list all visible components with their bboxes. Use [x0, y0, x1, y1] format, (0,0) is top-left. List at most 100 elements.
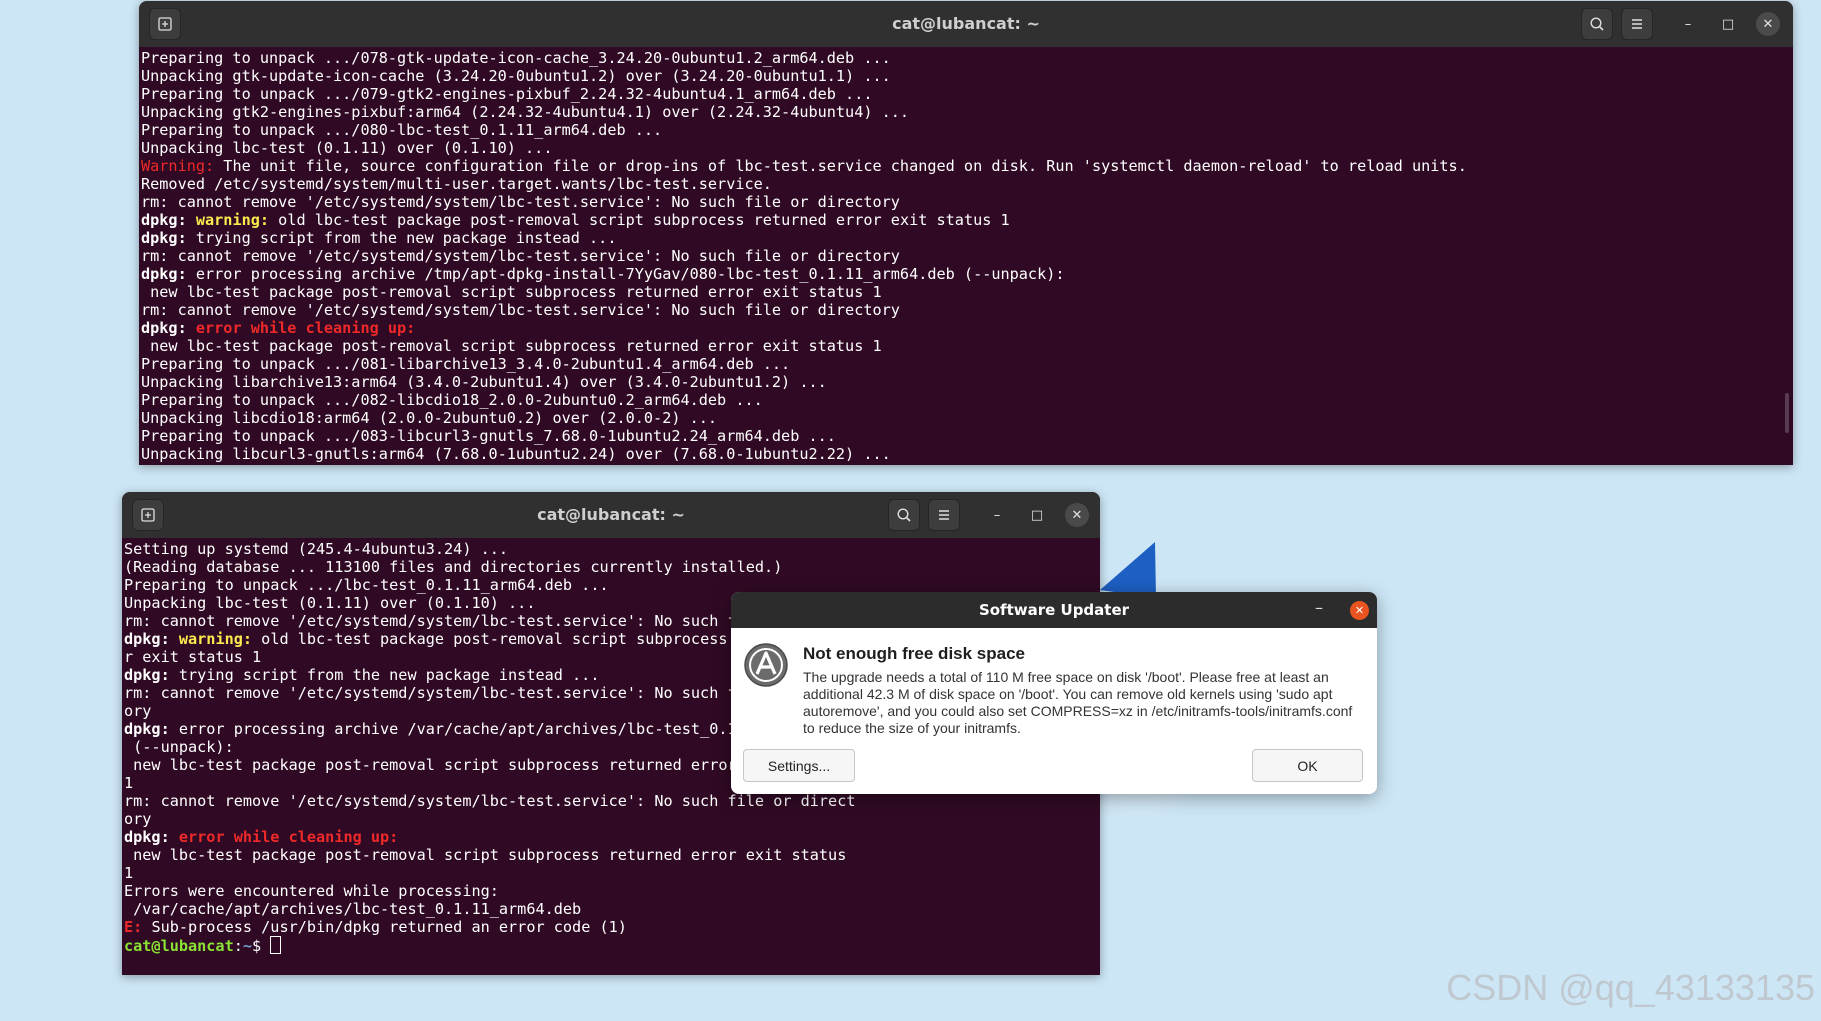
- terminal-line: dpkg: error while cleaning up:: [141, 319, 1793, 337]
- window-title: cat@lubancat: ~: [892, 14, 1040, 33]
- terminal-text: ory: [124, 702, 152, 720]
- terminal-text: error processing archive /var/cache/apt/…: [169, 720, 737, 738]
- software-updater-dialog[interactable]: Software Updater – ✕ Not enough free dis…: [731, 592, 1377, 794]
- terminal-titlebar[interactable]: cat@lubancat: ~ – □ ✕: [139, 1, 1793, 47]
- terminal-text: Preparing to unpack .../lbc-test_0.1.11_…: [124, 576, 609, 594]
- dialog-message: The upgrade needs a total of 110 M free …: [803, 669, 1353, 736]
- terminal-text: dpkg:: [124, 720, 170, 738]
- terminal-output[interactable]: Preparing to unpack .../078-gtk-update-i…: [139, 47, 1793, 463]
- terminal-text: Setting up systemd (245.4-4ubuntu3.24) .…: [124, 540, 509, 558]
- terminal-text: rm: cannot remove '/etc/systemd/system/l…: [141, 247, 900, 265]
- terminal-line: (Reading database ... 113100 files and d…: [124, 558, 1100, 576]
- terminal-line: dpkg: error while cleaning up:: [124, 828, 1100, 846]
- terminal-text: ~: [242, 937, 253, 955]
- search-icon[interactable]: [1581, 8, 1613, 40]
- terminal-text: Preparing to unpack .../081-libarchive13…: [141, 355, 791, 373]
- terminal-window-top[interactable]: cat@lubancat: ~ – □ ✕ Preparing to unpac…: [139, 1, 1793, 465]
- terminal-text: error processing archive /tmp/apt-dpkg-i…: [186, 265, 1065, 283]
- terminal-text: Warning:: [141, 157, 215, 175]
- terminal-text: dpkg:: [124, 666, 170, 684]
- terminal-line: E: Sub-process /usr/bin/dpkg returned an…: [124, 918, 1100, 936]
- terminal-text: dpkg:: [124, 630, 170, 648]
- terminal-text: cat@lubancat: [124, 937, 234, 955]
- terminal-text: trying script from the new package inste…: [169, 666, 600, 684]
- terminal-text: Preparing to unpack .../080-lbc-test_0.1…: [141, 121, 663, 139]
- terminal-cursor: [270, 936, 282, 954]
- terminal-text: $: [252, 937, 271, 955]
- terminal-text: Preparing to unpack .../078-gtk-update-i…: [141, 49, 891, 67]
- terminal-text: /var/cache/apt/archives/lbc-test_0.1.11_…: [124, 900, 582, 918]
- maximize-icon[interactable]: □: [1025, 503, 1049, 527]
- terminal-text: Preparing to unpack .../083-libcurl3-gnu…: [141, 427, 836, 445]
- terminal-line: Preparing to unpack .../078-gtk-update-i…: [141, 49, 1793, 67]
- dialog-heading: Not enough free disk space: [803, 644, 1025, 663]
- terminal-text: rm: cannot remove '/etc/systemd/system/l…: [124, 792, 856, 810]
- terminal-text: new lbc-test package post-removal script…: [124, 846, 847, 864]
- terminal-text: trying script from the new package inste…: [186, 229, 617, 247]
- terminal-text: new lbc-test package post-removal script…: [141, 283, 882, 301]
- terminal-text: Sub-process /usr/bin/dpkg returned an er…: [142, 918, 627, 936]
- terminal-text: 1: [124, 864, 134, 882]
- terminal-text: (--unpack):: [124, 738, 234, 756]
- terminal-line: dpkg: trying script from the new package…: [141, 229, 1793, 247]
- minimize-icon[interactable]: –: [1307, 598, 1331, 617]
- terminal-text: :: [233, 937, 243, 955]
- settings-button[interactable]: Settings...: [743, 749, 855, 782]
- terminal-text: E:: [124, 918, 143, 936]
- terminal-line: Unpacking lbc-test (0.1.11) over (0.1.10…: [141, 139, 1793, 157]
- terminal-text: Unpacking gtk2-engines-pixbuf:arm64 (2.2…: [141, 103, 910, 121]
- watermark: CSDN @qq_43133135: [1446, 967, 1815, 1008]
- terminal-text: (Reading database ... 113100 files and d…: [124, 558, 783, 576]
- minimize-icon[interactable]: –: [985, 503, 1009, 527]
- terminal-line: new lbc-test package post-removal script…: [141, 337, 1793, 355]
- menu-icon[interactable]: [1621, 8, 1653, 40]
- scrollbar[interactable]: [1785, 393, 1789, 433]
- terminal-text: Preparing to unpack .../079-gtk2-engines…: [141, 85, 873, 103]
- terminal-line: Preparing to unpack .../080-lbc-test_0.1…: [141, 121, 1793, 139]
- terminal-line: Unpacking libarchive13:arm64 (3.4.0-2ubu…: [141, 373, 1793, 391]
- terminal-text: error while cleaning up:: [195, 319, 416, 337]
- terminal-text: rm: cannot remove '/etc/systemd/system/l…: [124, 684, 746, 702]
- terminal-line: new lbc-test package post-removal script…: [124, 846, 1100, 864]
- terminal-line: rm: cannot remove '/etc/systemd/system/l…: [124, 792, 1100, 810]
- terminal-titlebar[interactable]: cat@lubancat: ~ – □ ✕: [122, 492, 1100, 538]
- software-updater-icon: [744, 643, 788, 687]
- terminal-line: new lbc-test package post-removal script…: [141, 283, 1793, 301]
- terminal-line: Unpacking libcurl3-gnutls:arm64 (7.68.0-…: [141, 445, 1793, 463]
- terminal-line: /var/cache/apt/archives/lbc-test_0.1.11_…: [124, 900, 1100, 918]
- terminal-text: dpkg:: [141, 211, 187, 229]
- terminal-text: Unpacking lbc-test (0.1.11) over (0.1.10…: [141, 139, 553, 157]
- ok-button[interactable]: OK: [1252, 749, 1363, 782]
- terminal-text: dpkg:: [141, 265, 187, 283]
- terminal-text: dpkg:: [124, 828, 170, 846]
- dialog-titlebar[interactable]: Software Updater – ✕: [731, 592, 1377, 628]
- terminal-line: dpkg: error processing archive /tmp/apt-…: [141, 265, 1793, 283]
- terminal-text: Unpacking libarchive13:arm64 (3.4.0-2ubu…: [141, 373, 827, 391]
- terminal-text: new lbc-test package post-removal script…: [141, 337, 882, 355]
- terminal-text: error while cleaning up:: [178, 828, 399, 846]
- terminal-line: Unpacking libcdio18:arm64 (2.0.0-2ubuntu…: [141, 409, 1793, 427]
- terminal-text: new lbc-test package post-removal script…: [124, 756, 737, 774]
- terminal-line: cat@lubancat:~$: [124, 936, 1100, 955]
- terminal-line: rm: cannot remove '/etc/systemd/system/l…: [141, 247, 1793, 265]
- terminal-line: Preparing to unpack .../082-libcdio18_2.…: [141, 391, 1793, 409]
- terminal-line: Preparing to unpack .../079-gtk2-engines…: [141, 85, 1793, 103]
- terminal-line: rm: cannot remove '/etc/systemd/system/l…: [141, 193, 1793, 211]
- search-icon[interactable]: [888, 499, 920, 531]
- terminal-line: Unpacking gtk2-engines-pixbuf:arm64 (2.2…: [141, 103, 1793, 121]
- terminal-text: dpkg:: [141, 229, 187, 247]
- close-icon[interactable]: ✕: [1350, 601, 1369, 620]
- terminal-line: 1: [124, 864, 1100, 882]
- maximize-icon[interactable]: □: [1716, 12, 1740, 36]
- terminal-text: Unpacking gtk-update-icon-cache (3.24.20…: [141, 67, 891, 85]
- terminal-line: ory: [124, 810, 1100, 828]
- close-icon[interactable]: ✕: [1065, 503, 1089, 527]
- minimize-icon[interactable]: –: [1676, 12, 1700, 36]
- close-icon[interactable]: ✕: [1756, 12, 1780, 36]
- terminal-text: warning:: [195, 211, 270, 229]
- terminal-text: Removed /etc/systemd/system/multi-user.t…: [141, 175, 772, 193]
- terminal-text: The unit file, source configuration file…: [214, 157, 1467, 175]
- menu-icon[interactable]: [928, 499, 960, 531]
- terminal-text: warning:: [178, 630, 253, 648]
